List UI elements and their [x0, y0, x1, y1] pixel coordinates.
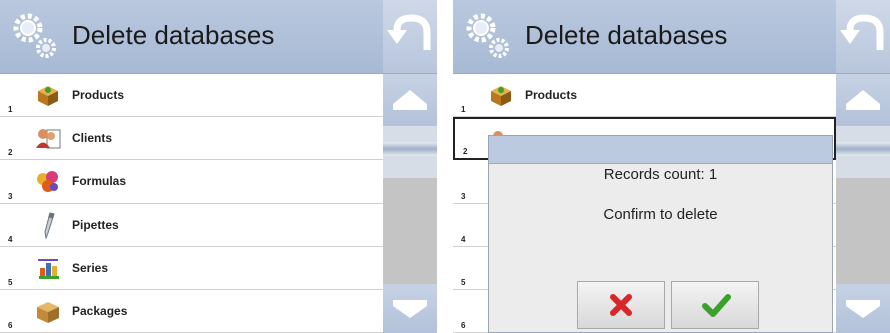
row-label: Clients	[72, 131, 113, 146]
undo-button[interactable]	[836, 0, 890, 74]
row-number: 2	[463, 147, 468, 157]
side-panel	[836, 0, 890, 333]
arrow-down-icon	[846, 300, 880, 318]
row-label: Products	[525, 88, 578, 102]
scrollbar-track-empty[interactable]	[383, 178, 437, 284]
row-label: Products	[72, 88, 125, 102]
undo-button[interactable]	[383, 0, 437, 74]
arrow-up-icon	[393, 90, 427, 110]
gear-icon	[13, 13, 56, 58]
dialog-title-bar	[489, 136, 832, 164]
series-icon	[38, 258, 59, 279]
confirm-prompt-text: Confirm to delete	[603, 206, 718, 223]
page-title: Delete databases	[525, 20, 728, 50]
scrollbar-track-lower[interactable]	[383, 156, 437, 178]
arrow-down-icon	[393, 300, 427, 318]
title-bar: Delete databases	[0, 0, 383, 74]
row-number: 4	[461, 234, 466, 244]
row-number: 4	[8, 234, 13, 244]
arrow-up-icon	[846, 90, 880, 110]
cancel-button[interactable]	[577, 281, 665, 329]
package-icon	[37, 301, 59, 323]
records-count-text: Records count: 1	[603, 166, 718, 183]
scroll-up-button[interactable]	[836, 74, 890, 126]
list-item-formulas[interactable]: 3 Formulas	[0, 160, 383, 204]
undo-arrow-icon	[387, 14, 431, 50]
screen-list: Delete databases 1 Products 2 Clients 3 …	[0, 0, 437, 333]
confirm-button[interactable]	[671, 281, 759, 329]
screen-confirm: Delete databases 1 Products 2 3 4 5 6 Re…	[453, 0, 890, 333]
row-number: 5	[8, 277, 13, 287]
row-number: 1	[8, 105, 13, 115]
box-icon	[491, 86, 511, 106]
clients-icon	[36, 129, 61, 149]
gear-icon	[466, 13, 509, 58]
row-label: Pipettes	[72, 217, 119, 232]
scrollbar-thumb[interactable]	[383, 142, 437, 156]
row-label: Formulas	[72, 174, 127, 189]
list-item-clients[interactable]: 2 Clients	[0, 117, 383, 161]
scroll-up-button[interactable]	[383, 74, 437, 126]
list-item-products[interactable]: 1 Products	[0, 74, 383, 118]
row-number: 1	[461, 105, 466, 115]
row-number: 3	[461, 191, 466, 201]
row-number: 6	[461, 321, 466, 331]
side-panel	[383, 0, 437, 333]
title-bar: Delete databases	[453, 0, 836, 74]
scrollbar-track-lower[interactable]	[836, 156, 890, 178]
list-item-pipettes[interactable]: 4 Pipettes	[0, 203, 383, 247]
scrollbar-track-empty[interactable]	[836, 178, 890, 284]
scroll-down-button[interactable]	[836, 284, 890, 333]
row-label: Packages	[72, 303, 128, 318]
row-number: 3	[8, 191, 13, 201]
row-label: Series	[72, 260, 109, 275]
formulas-icon	[37, 171, 58, 193]
scrollbar-track[interactable]	[836, 126, 890, 142]
box-icon	[38, 86, 58, 106]
undo-arrow-icon	[840, 14, 884, 50]
scroll-down-button[interactable]	[383, 284, 437, 333]
page-title: Delete databases	[72, 20, 275, 50]
row-number: 6	[8, 321, 13, 331]
row-number: 5	[461, 277, 466, 287]
cross-icon	[610, 294, 632, 316]
scrollbar-track[interactable]	[383, 126, 437, 142]
list-item-products[interactable]: 1 Products	[453, 74, 836, 118]
list-item-series[interactable]: 5 Series	[0, 246, 383, 290]
database-list: 1 Products 2 Clients 3 Formulas 4 Pipett…	[0, 74, 383, 333]
confirm-delete-dialog: Records count: 1 Confirm to delete	[488, 135, 833, 333]
checkmark-icon	[702, 294, 731, 317]
row-number: 2	[8, 148, 13, 158]
list-item-packages[interactable]: 6 Packages	[0, 289, 383, 333]
scrollbar-thumb[interactable]	[836, 142, 890, 156]
pipette-icon	[44, 211, 55, 239]
